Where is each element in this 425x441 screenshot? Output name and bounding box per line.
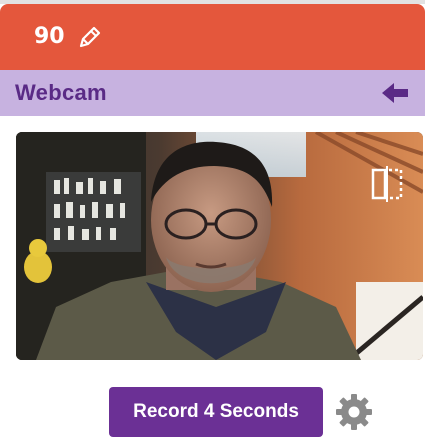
arrow-left-icon[interactable]: [380, 80, 410, 106]
webcam-image: [16, 132, 423, 360]
webcam-panel: 90 Webcam Record 4 Seconds: [0, 0, 425, 441]
mirror-flip-icon[interactable]: [369, 164, 405, 204]
page-title: Webcam: [15, 80, 107, 105]
webcam-preview: [16, 132, 423, 360]
pencil-icon[interactable]: [77, 24, 103, 50]
title-bar: Webcam: [0, 70, 425, 116]
gear-icon[interactable]: [334, 392, 374, 432]
record-button[interactable]: Record 4 Seconds: [109, 387, 323, 437]
header-bar: 90: [0, 4, 425, 70]
header-number: 90: [34, 24, 65, 49]
